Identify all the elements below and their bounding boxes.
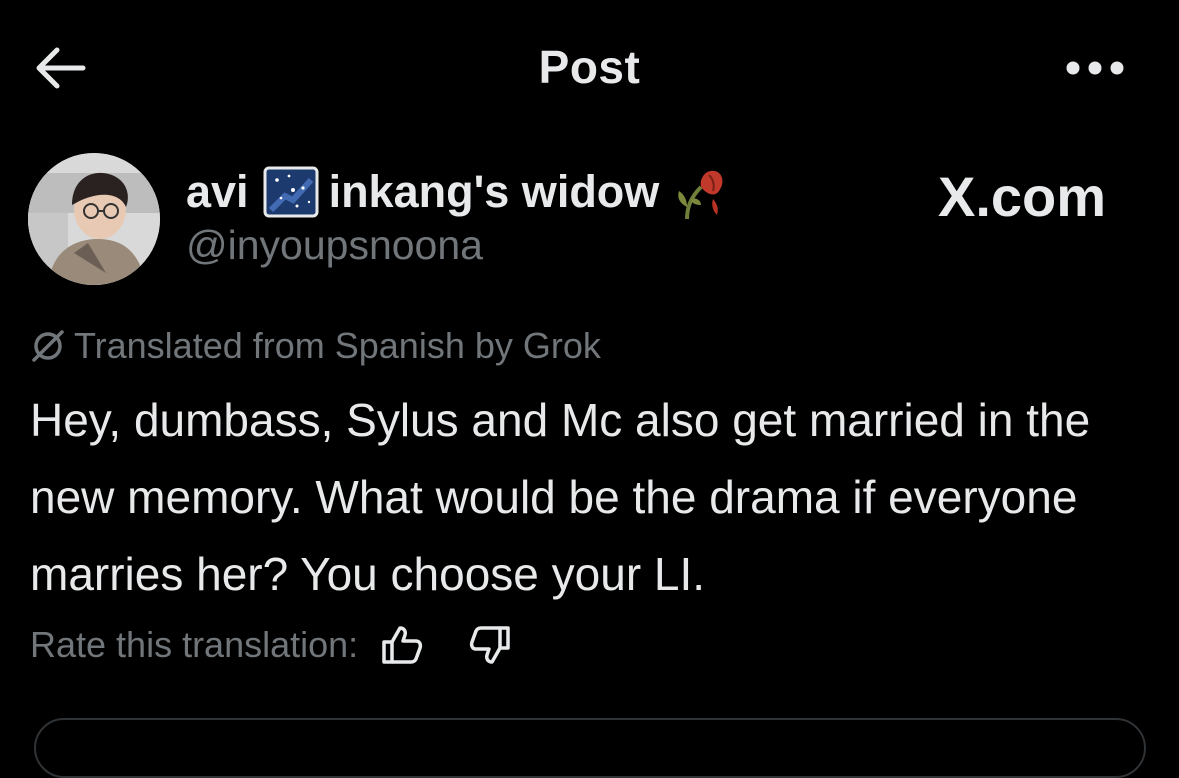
thumb-up-icon xyxy=(382,626,423,664)
translation-notice: Translated from Spanish by Grok xyxy=(30,325,601,367)
page-title: Post xyxy=(538,41,641,93)
avatar-image xyxy=(28,153,160,285)
translation-note: Translated from Spanish by Grok xyxy=(74,325,601,366)
thumb-down-icon xyxy=(470,626,510,664)
avatar[interactable] xyxy=(28,153,160,285)
author-handle[interactable]: @inyoupsnoona xyxy=(186,222,483,269)
more-options-button[interactable] xyxy=(1060,48,1130,88)
wilted-rose-emoji-icon xyxy=(678,170,723,220)
post-text: Hey, dumbass, Sylus and Mc also get marr… xyxy=(30,394,1091,600)
rate-translation-row: Rate this translation: xyxy=(30,624,512,666)
author-name-part1: avi xyxy=(186,166,249,217)
rate-translation-label: Rate this translation: xyxy=(30,624,359,665)
more-dots-icon xyxy=(1066,61,1124,75)
top-bar: Post xyxy=(0,0,1179,135)
watermark-logo: X.com xyxy=(938,165,1107,228)
thumb-up-button[interactable] xyxy=(380,624,424,666)
thumb-down-button[interactable] xyxy=(468,624,512,666)
next-card-border xyxy=(34,718,1146,778)
author-name-part2: inkang's widow xyxy=(328,166,660,217)
starry-night-emoji-icon xyxy=(263,166,319,218)
grok-slash-icon xyxy=(32,330,64,362)
author-name[interactable]: avi inkang's widow xyxy=(186,162,731,222)
